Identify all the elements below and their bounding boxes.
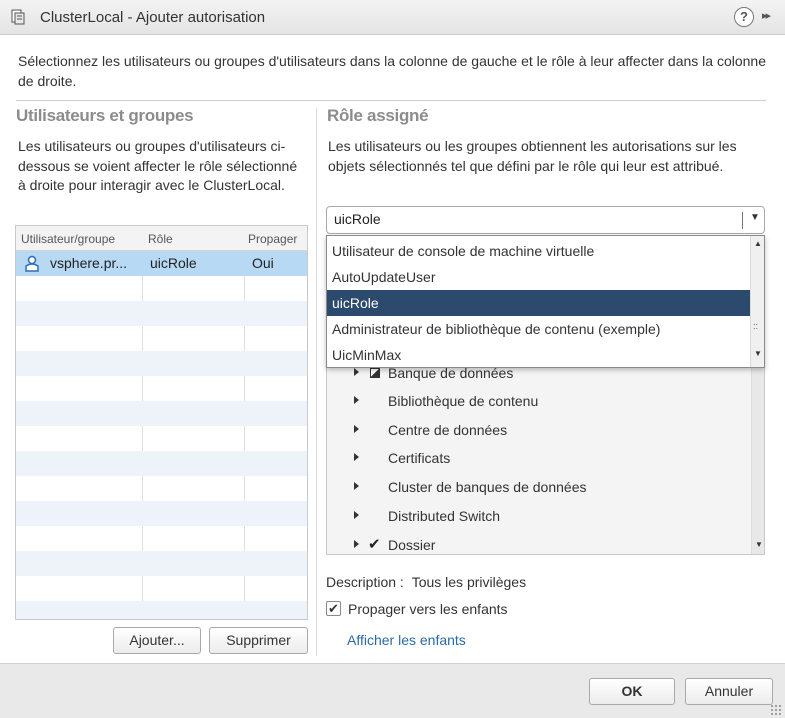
role-select-separator [742, 212, 743, 229]
users-groups-title: Utilisateurs et groupes [16, 106, 194, 125]
tree-item-distributed-switch[interactable]: Distributed Switch [327, 503, 747, 532]
empty-row [16, 551, 307, 576]
empty-row [16, 401, 307, 426]
role-dropdown-list: Utilisateur de console de machine virtue… [326, 235, 765, 368]
tree-item-content-library[interactable]: Bibliothèque de contenu [327, 388, 747, 417]
expand-arrow-icon[interactable] [354, 453, 359, 461]
propagate-label[interactable]: Propager vers les enfants [348, 601, 508, 617]
table-row[interactable]: vsphere.pr... uicRole Oui [16, 251, 307, 276]
expand-arrow-icon[interactable] [354, 396, 359, 404]
divider [16, 100, 766, 101]
show-children-link[interactable]: Afficher les enfants [347, 632, 466, 648]
propagate-checkbox[interactable]: ✔ [326, 601, 341, 616]
role-option-selected[interactable]: uicRole [327, 290, 750, 316]
scroll-grip-icon[interactable]: :: [753, 322, 758, 331]
remove-button[interactable]: Supprimer [209, 627, 308, 654]
cancel-button[interactable]: Annuler [685, 678, 773, 705]
expand-icon[interactable]: ▸▸ [762, 9, 771, 22]
description-label: Description : [326, 574, 404, 590]
scroll-down-icon[interactable]: ▼ [755, 540, 763, 549]
tree-item-label: Certificats [388, 450, 451, 466]
ok-button[interactable]: OK [589, 678, 675, 705]
empty-row [16, 501, 307, 526]
scroll-down-icon[interactable]: ▼ [754, 349, 762, 358]
expand-arrow-icon[interactable] [354, 368, 359, 376]
expand-arrow-icon[interactable] [354, 482, 359, 490]
column-header-user[interactable]: Utilisateur/groupe [21, 232, 115, 246]
tree-item-datastore-cluster[interactable]: Cluster de banques de données [327, 474, 747, 503]
intro-text: Sélectionnez les utilisateurs ou groupes… [18, 53, 767, 89]
tree-item-label: Cluster de banques de données [388, 479, 587, 495]
expand-arrow-icon[interactable] [354, 511, 359, 519]
tree-item-label: Bibliothèque de contenu [388, 393, 539, 409]
column-header-propagate[interactable]: Propager [248, 232, 297, 246]
role-description: Description : Tous les privilèges [326, 574, 526, 590]
dropdown-scrollbar[interactable]: ▲ :: ▼ [750, 236, 764, 367]
assigned-role-title: Rôle assigné [327, 106, 429, 125]
column-header-role[interactable]: Rôle [148, 232, 173, 246]
empty-row [16, 601, 307, 619]
row-propagate: Oui [252, 255, 274, 271]
row-user: vsphere.pr... [50, 255, 128, 271]
empty-row [16, 351, 307, 376]
resize-grip-icon[interactable] [770, 704, 782, 716]
chevron-down-icon[interactable]: ▼ [750, 212, 760, 223]
checkmark-icon: ✔ [368, 536, 381, 553]
role-option[interactable]: UicMinMax [327, 342, 750, 368]
assigned-role-description: Les utilisateurs ou les groupes obtienne… [328, 138, 737, 174]
empty-row [16, 301, 307, 326]
empty-row [16, 451, 307, 476]
role-option[interactable]: Utilisateur de console de machine virtue… [327, 238, 750, 264]
role-option[interactable]: AutoUpdateUser [327, 264, 750, 290]
dialog-title: ClusterLocal - Ajouter autorisation [40, 9, 266, 26]
role-select-value: uicRole [334, 211, 381, 227]
users-groups-description: Les utilisateurs ou groupes d'utilisateu… [18, 138, 298, 193]
tree-item-label: Distributed Switch [388, 508, 501, 524]
permission-icon [11, 9, 25, 25]
help-icon[interactable]: ? [734, 7, 754, 27]
role-select[interactable]: uicRole ▼ [326, 206, 765, 234]
expand-arrow-icon[interactable] [354, 540, 359, 548]
column-separator [316, 108, 317, 656]
tree-item-datacenter[interactable]: Centre de données [327, 417, 747, 446]
role-option[interactable]: Administrateur de bibliothèque de conten… [327, 316, 750, 342]
user-icon [25, 255, 39, 272]
tree-item-folder[interactable]: ✔ Dossier [327, 532, 747, 554]
tree-item-label: Centre de données [388, 422, 508, 438]
tree-item-label: Dossier [388, 537, 436, 553]
row-role: uicRole [150, 255, 197, 271]
expand-arrow-icon[interactable] [354, 425, 359, 433]
dialog-titlebar: ClusterLocal - Ajouter autorisation ? ▸▸ [0, 0, 785, 35]
tree-item-certificates[interactable]: Certificats [327, 445, 747, 474]
description-value: Tous les privilèges [411, 574, 527, 590]
scroll-up-icon[interactable]: ▲ [754, 239, 762, 248]
partial-check-icon [370, 368, 380, 378]
add-button[interactable]: Ajouter... [113, 627, 201, 654]
table-header: Utilisateur/groupe Rôle Propager [16, 226, 307, 251]
users-table: Utilisateur/groupe Rôle Propager vsphere… [15, 225, 308, 620]
